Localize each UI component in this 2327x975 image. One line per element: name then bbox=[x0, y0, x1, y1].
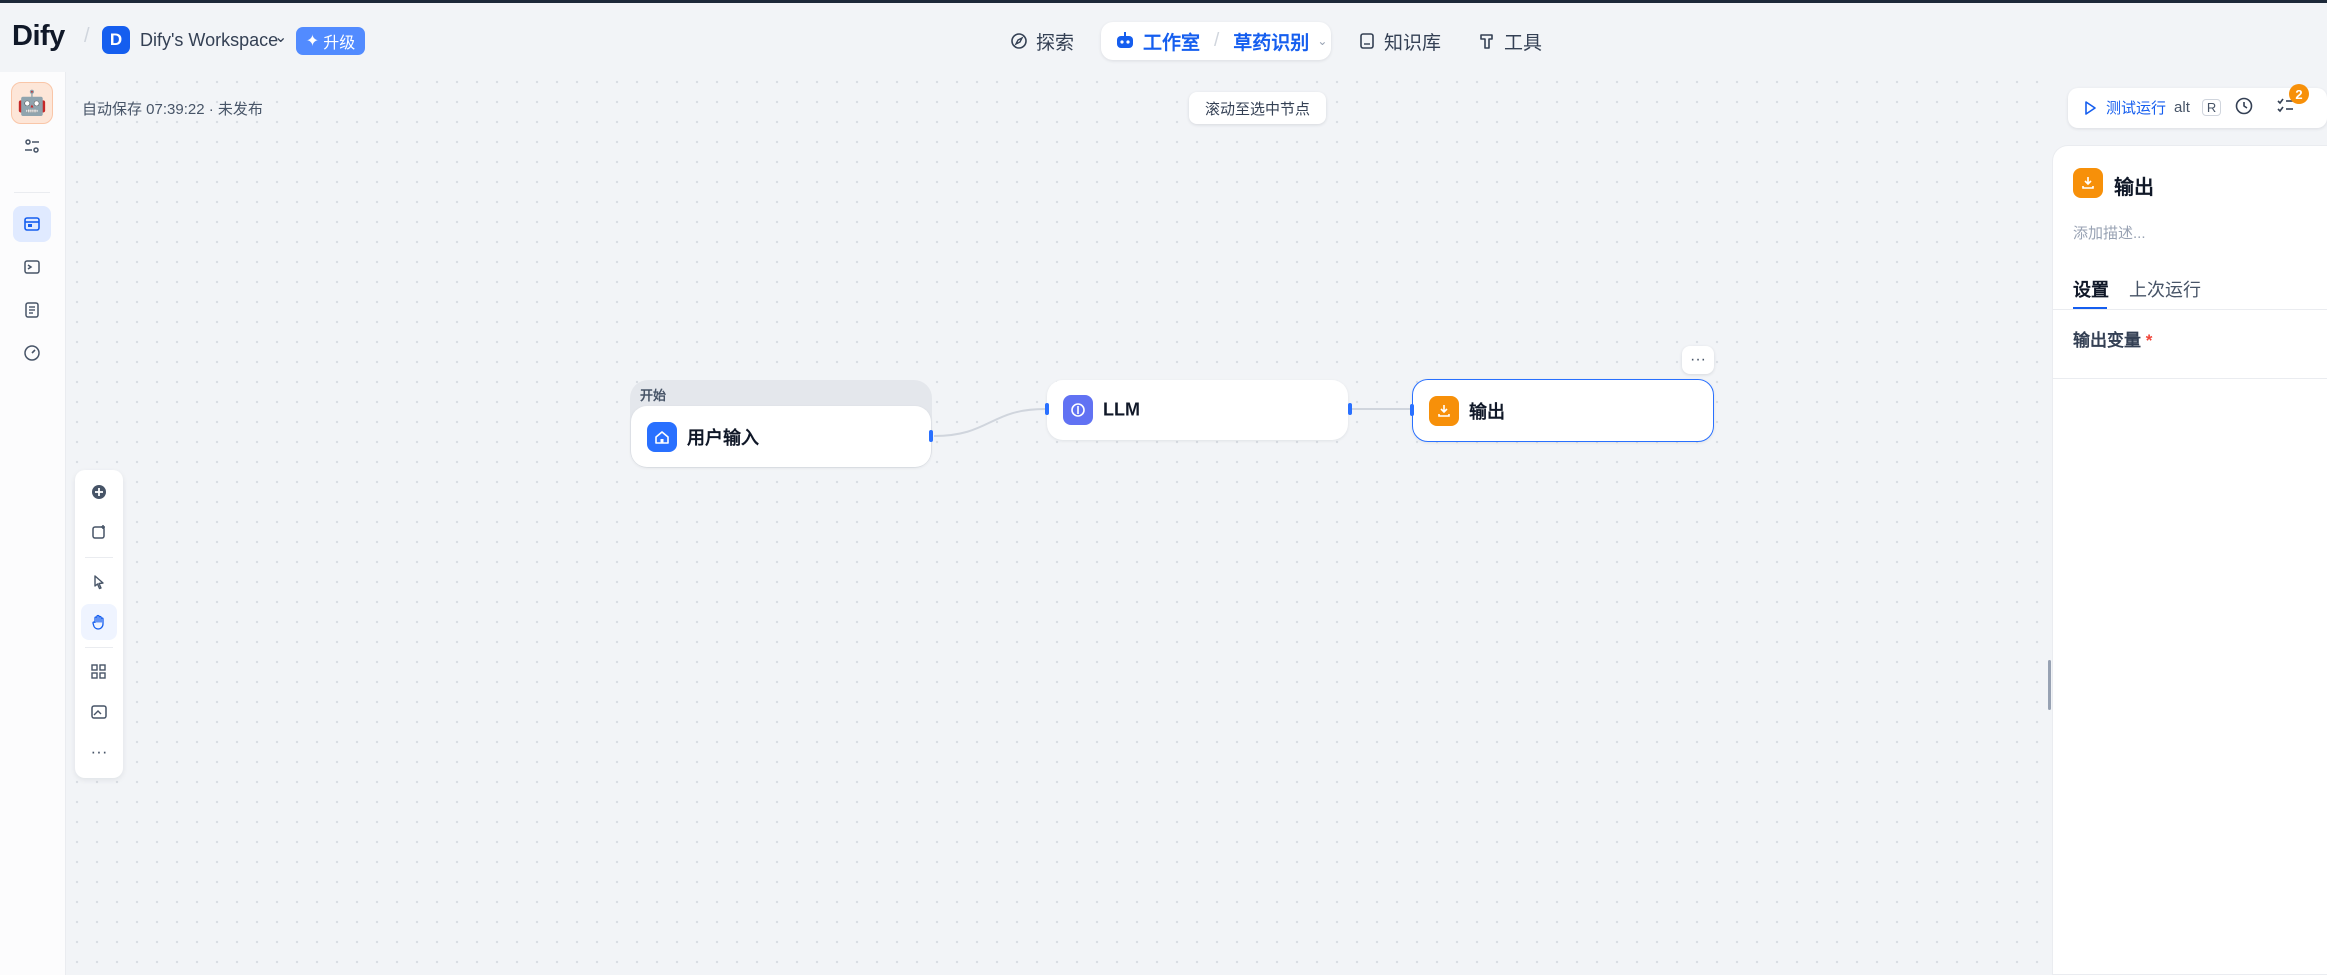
edge-start-llm bbox=[933, 408, 1046, 437]
start-node-title: 用户输入 bbox=[687, 427, 759, 448]
output-node-title: 输出 bbox=[1469, 401, 1505, 422]
start-output-handle[interactable] bbox=[929, 430, 933, 442]
export-icon bbox=[1429, 395, 1459, 426]
test-run-button[interactable]: 测试运行 alt R bbox=[2082, 97, 2222, 118]
panel-title[interactable]: 输出 bbox=[2114, 171, 2154, 200]
panel-tabs: 设置 上次运行 bbox=[2053, 266, 2327, 310]
shortcut-key: R bbox=[2201, 99, 2222, 116]
divider bbox=[85, 647, 113, 648]
divider bbox=[85, 557, 113, 558]
history-icon[interactable] bbox=[2234, 96, 2254, 122]
start-group-label: 开始 bbox=[640, 388, 667, 403]
output-variables-label: 输出变量 * bbox=[2073, 331, 2153, 350]
organize-blocks-icon[interactable] bbox=[81, 654, 117, 690]
pointer-icon[interactable] bbox=[81, 564, 117, 600]
hand-icon[interactable] bbox=[81, 604, 117, 640]
run-toolbar: 测试运行 alt R 2 bbox=[2068, 84, 2327, 128]
divider bbox=[2053, 378, 2327, 379]
export-icon bbox=[2073, 168, 2103, 198]
more-options-icon[interactable]: ··· bbox=[81, 734, 117, 770]
llm-node-title: LLM bbox=[1103, 399, 1140, 420]
add-node-icon[interactable] bbox=[81, 474, 117, 510]
canvas-toolbox: ··· bbox=[75, 470, 123, 778]
test-run-label: 测试运行 bbox=[2106, 100, 2167, 117]
output-input-handle[interactable] bbox=[1410, 404, 1414, 416]
start-node[interactable]: 用户输入 bbox=[631, 406, 931, 467]
panel-resize-handle[interactable] bbox=[2048, 660, 2051, 710]
play-icon bbox=[2085, 100, 2096, 115]
llm-output-handle[interactable] bbox=[1348, 403, 1352, 415]
node-settings-panel: 输出 添加描述... 设置 上次运行 输出变量 * bbox=[2052, 145, 2327, 975]
tab-last-run[interactable]: 上次运行 bbox=[2129, 276, 2201, 302]
home-icon bbox=[647, 421, 677, 452]
edges-layer bbox=[933, 408, 1410, 437]
minimap-icon[interactable] bbox=[81, 694, 117, 730]
active-tab-indicator bbox=[2073, 307, 2107, 309]
node-more-button[interactable]: ··· bbox=[1682, 346, 1714, 374]
checklist-count-badge: 2 bbox=[2289, 84, 2309, 104]
llm-input-handle[interactable] bbox=[1045, 403, 1049, 415]
brain-icon bbox=[1063, 395, 1093, 425]
tab-settings[interactable]: 设置 bbox=[2073, 276, 2109, 302]
add-note-icon[interactable] bbox=[81, 514, 117, 550]
shortcut-mod: alt bbox=[2174, 99, 2190, 116]
llm-node[interactable]: LLM bbox=[1047, 380, 1348, 440]
output-node[interactable]: 输出 bbox=[1412, 379, 1714, 442]
description-input[interactable]: 添加描述... bbox=[2073, 222, 2146, 243]
